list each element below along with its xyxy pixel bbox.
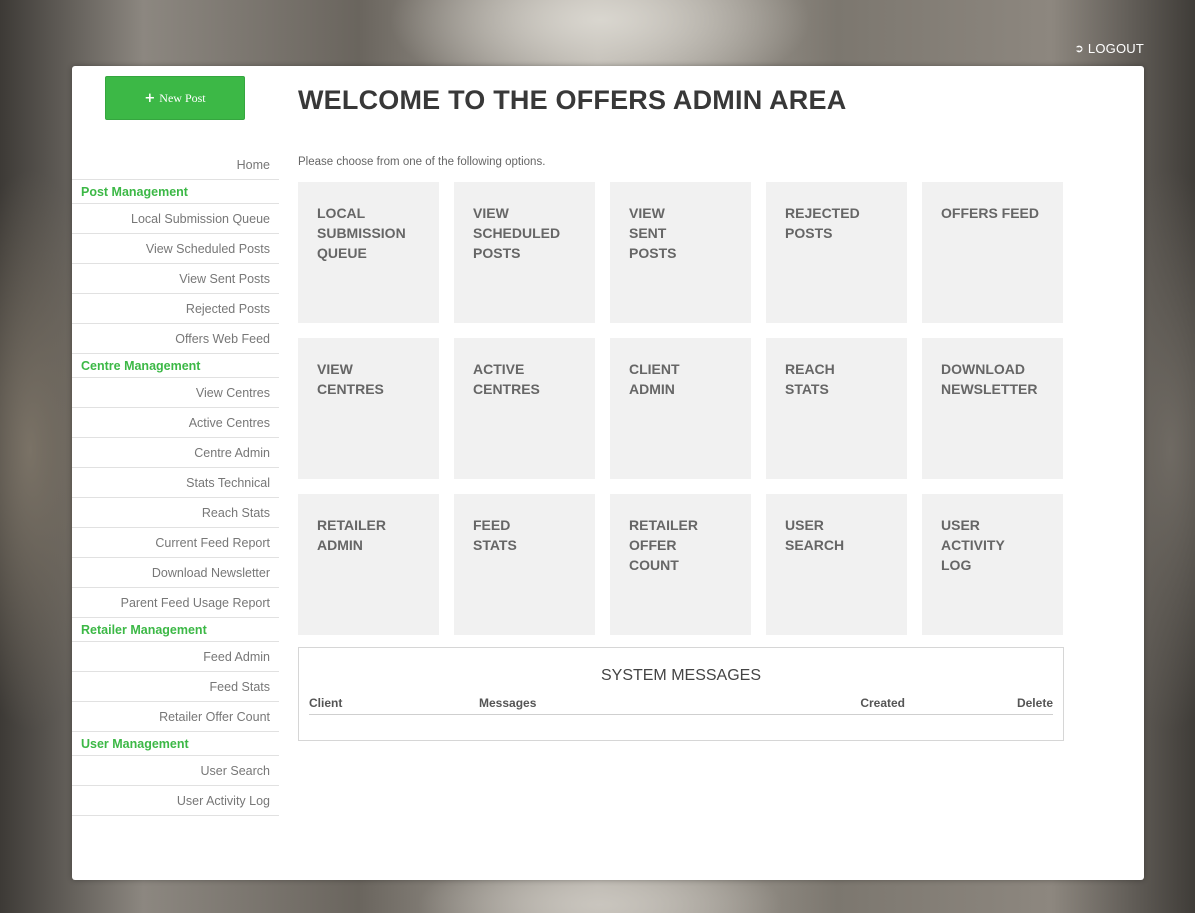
sidebar-item-parent-feed-usage-report[interactable]: Parent Feed Usage Report — [72, 588, 279, 618]
option-tiles: LOCAL SUBMISSION QUEUE VIEW SCHEDULED POSTS VI… — [298, 182, 1078, 635]
option-tile-label: POSTS — [785, 225, 833, 241]
option-tile-label: CENTRES — [473, 381, 540, 397]
column-header-messages: Messages — [479, 696, 537, 710]
option-tile[interactable]: REJECTED POSTS — [766, 182, 907, 323]
sign-out-icon: ➲ — [1074, 43, 1084, 55]
option-tile-label: POSTS — [629, 245, 677, 261]
column-header-created: Created — [860, 696, 905, 710]
option-tile-label: CLIENT — [629, 361, 680, 377]
option-tile[interactable]: DOWNLOAD NEWSLETTER — [922, 338, 1063, 479]
system-messages-panel: SYSTEM MESSAGES Client Messages Created … — [298, 647, 1064, 741]
sidebar-nav: Home Post Management Local Submission Qu… — [72, 150, 279, 816]
option-tile-label: SEARCH — [785, 537, 845, 553]
option-tile-label: ACTIVE — [473, 361, 525, 377]
sidebar-item-current-feed-report[interactable]: Current Feed Report — [72, 528, 279, 558]
option-tile[interactable]: USER SEARCH — [766, 494, 907, 635]
sidebar-item-reach-stats[interactable]: Reach Stats — [72, 498, 279, 528]
option-tile-label: USER — [785, 517, 824, 533]
option-tile-label: RETAILER — [317, 517, 386, 533]
logout-label: LOGOUT — [1087, 41, 1144, 56]
option-tile-label: USER — [941, 517, 980, 533]
sidebar-item-download-newsletter[interactable]: Download Newsletter — [72, 558, 279, 588]
sidebar-item-active-centres[interactable]: Active Centres — [72, 408, 279, 438]
option-tile[interactable]: RETAILER ADMIN — [298, 494, 439, 635]
option-tile[interactable]: FEED STATS — [454, 494, 595, 635]
option-tile[interactable]: USER ACTIVITY LOG — [922, 494, 1063, 635]
option-tile-label: STATS — [785, 381, 829, 397]
admin-panel: + New Post Home Post Management Local Su… — [72, 66, 1144, 880]
option-tile-label: REJECTED — [785, 205, 860, 221]
sidebar-item-rejected-posts[interactable]: Rejected Posts — [72, 294, 279, 324]
sidebar-item-view-scheduled-posts[interactable]: View Scheduled Posts — [72, 234, 279, 264]
option-tile-label: QUEUE — [317, 245, 367, 261]
option-tile[interactable]: ACTIVE CENTRES — [454, 338, 595, 479]
option-tile-label: SCHEDULED — [473, 225, 561, 241]
option-tile-label: ADMIN — [317, 537, 363, 553]
system-messages-table-header: Client Messages Created Delete — [309, 696, 1053, 715]
option-tile[interactable]: VIEW SCHEDULED POSTS — [454, 182, 595, 323]
sidebar-item-stats-technical[interactable]: Stats Technical — [72, 468, 279, 498]
option-tile-label: FEED — [473, 517, 511, 533]
option-tile-label: VIEW — [629, 205, 665, 221]
sidebar-item-view-sent-posts[interactable]: View Sent Posts — [72, 264, 279, 294]
sidebar-heading-centre-management: Centre Management — [72, 354, 279, 378]
option-tile-label: STATS — [473, 537, 517, 553]
option-tile-label: POSTS — [473, 245, 521, 261]
plus-icon: + — [144, 90, 156, 106]
option-tile-label: SUBMISSION — [317, 225, 406, 241]
sidebar-item-home[interactable]: Home — [72, 150, 279, 180]
sidebar-item-user-activity-log[interactable]: User Activity Log — [72, 786, 279, 816]
option-tile-label: OFFERS FEED — [941, 205, 1040, 221]
sidebar-heading-post-management: Post Management — [72, 180, 279, 204]
sidebar-item-retailer-offer-count[interactable]: Retailer Offer Count — [72, 702, 279, 732]
option-tile[interactable]: OFFERS FEED — [922, 182, 1063, 323]
option-tile-label: OFFER — [629, 537, 677, 553]
logout-link[interactable]: ➲ LOGOUT — [1074, 41, 1144, 56]
sidebar-item-local-submission-queue[interactable]: Local Submission Queue — [72, 204, 279, 234]
option-tile[interactable]: LOCAL SUBMISSION QUEUE — [298, 182, 439, 323]
option-tile-label: VIEW — [473, 205, 509, 221]
option-tile-label: DOWNLOAD — [941, 361, 1025, 377]
option-tile[interactable]: VIEW SENT POSTS — [610, 182, 751, 323]
option-tile[interactable]: RETAILER OFFER COUNT — [610, 494, 751, 635]
sidebar-item-feed-admin[interactable]: Feed Admin — [72, 642, 279, 672]
column-header-delete: Delete — [1016, 696, 1053, 710]
system-messages-title: SYSTEM MESSAGES — [600, 667, 762, 684]
sidebar-heading-retailer-management: Retailer Management — [72, 618, 279, 642]
option-tile[interactable]: CLIENT ADMIN — [610, 338, 751, 479]
new-post-button[interactable]: + New Post — [105, 76, 245, 120]
option-tile-label: NEWSLETTER — [941, 381, 1038, 397]
option-tile-label: LOCAL — [317, 205, 366, 221]
option-tile-label: VIEW — [317, 361, 353, 377]
intro-text: Please choose from one of the following … — [298, 156, 546, 168]
page-title: WELCOME TO THE OFFERS ADMIN AREA — [298, 85, 847, 115]
sidebar-item-user-search[interactable]: User Search — [72, 756, 279, 786]
option-tile-label: REACH — [785, 361, 835, 377]
sidebar-item-feed-stats[interactable]: Feed Stats — [72, 672, 279, 702]
option-tile-label: ACTIVITY — [941, 537, 1005, 553]
sidebar-heading-user-management: User Management — [72, 732, 279, 756]
option-tile-label: CENTRES — [317, 381, 384, 397]
new-post-label: New Post — [159, 90, 206, 105]
option-tile[interactable]: VIEW CENTRES — [298, 338, 439, 479]
option-tile-label: SENT — [629, 225, 667, 241]
sidebar-item-view-centres[interactable]: View Centres — [72, 378, 279, 408]
sidebar-item-offers-web-feed[interactable]: Offers Web Feed — [72, 324, 279, 354]
option-tile-label: LOG — [941, 557, 972, 573]
option-tile[interactable]: REACH STATS — [766, 338, 907, 479]
option-tile-label: RETAILER — [629, 517, 698, 533]
column-header-client: Client — [309, 696, 343, 710]
option-tile-label: ADMIN — [629, 381, 675, 397]
sidebar-item-centre-admin[interactable]: Centre Admin — [72, 438, 279, 468]
option-tile-label: COUNT — [629, 557, 679, 573]
